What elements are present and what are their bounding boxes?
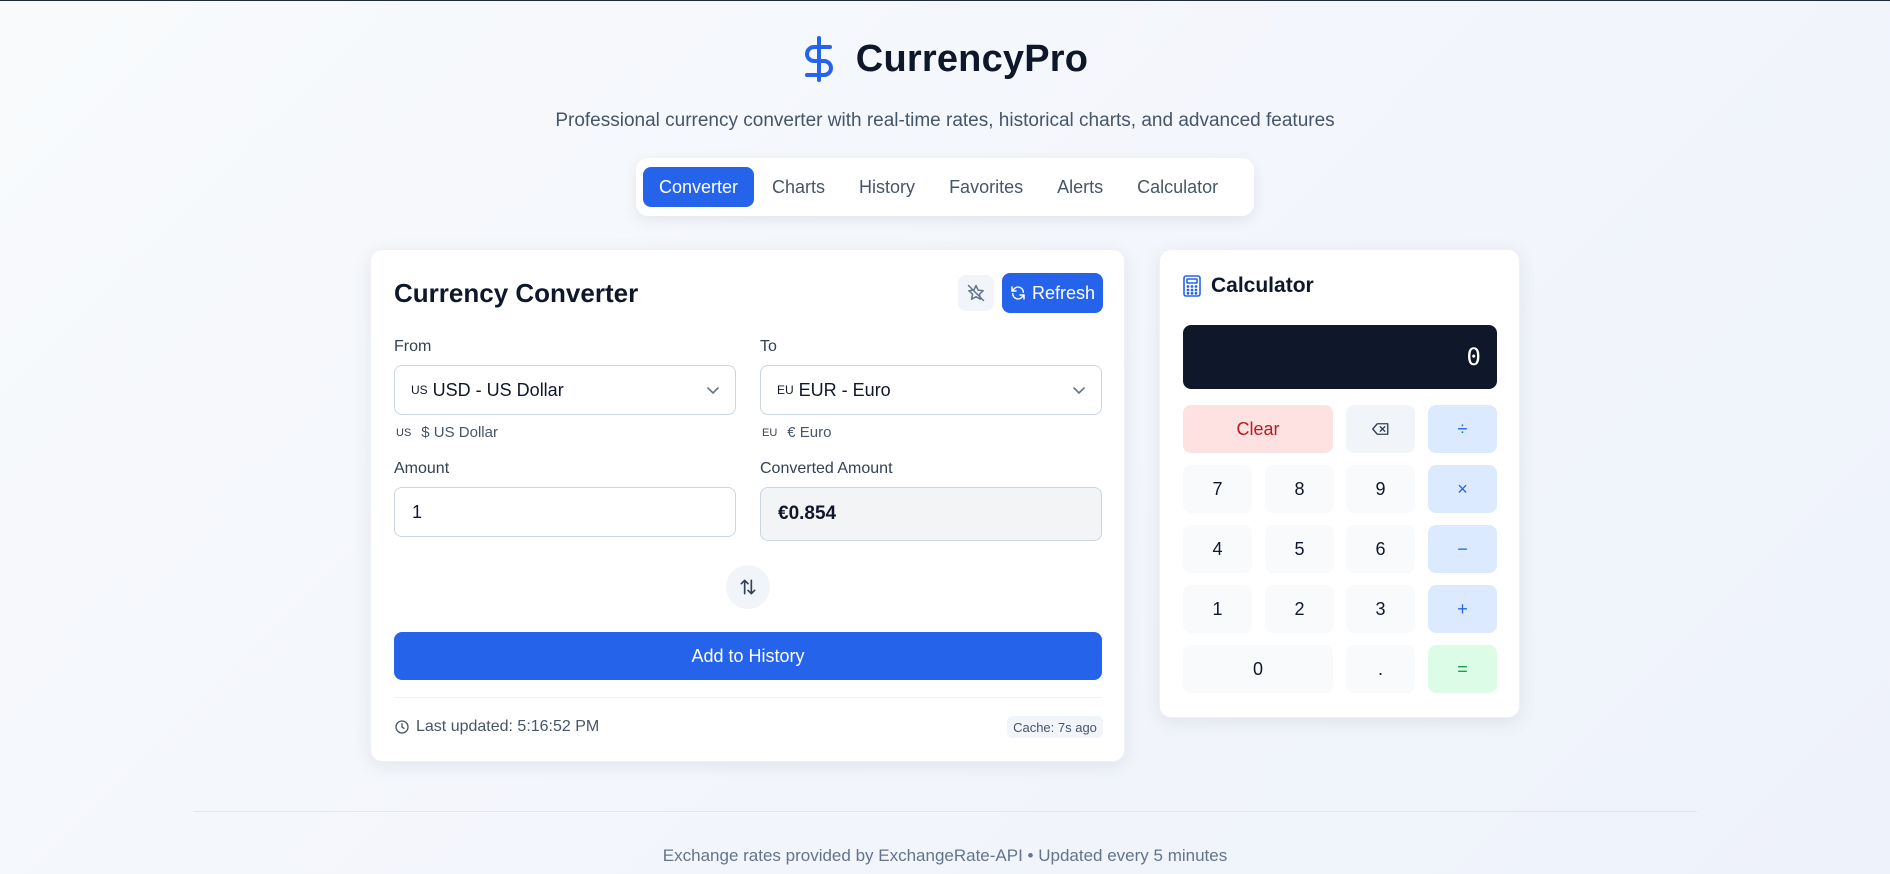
from-currency-info: US $ US Dollar xyxy=(396,424,498,441)
last-updated-text: Last updated: 5:16:52 PM xyxy=(416,718,600,735)
converter-card: Currency Converter Refresh From US USD -… xyxy=(370,249,1125,762)
converted-amount-output: €0.854 xyxy=(760,487,1102,541)
key-5[interactable]: 5 xyxy=(1265,525,1334,573)
tab-charts[interactable]: Charts xyxy=(756,167,841,207)
equals-button[interactable]: = xyxy=(1428,645,1497,693)
minus-button[interactable]: − xyxy=(1428,525,1497,573)
app-title: CurrencyPro xyxy=(855,37,1089,80)
plus-button[interactable]: + xyxy=(1428,585,1497,633)
tab-calculator[interactable]: Calculator xyxy=(1121,167,1234,207)
backspace-icon xyxy=(1371,423,1388,435)
refresh-button[interactable]: Refresh xyxy=(1002,273,1103,313)
chevron-down-icon xyxy=(707,387,719,395)
converter-title: Currency Converter xyxy=(394,278,639,308)
key-3[interactable]: 3 xyxy=(1346,585,1415,633)
tab-alerts[interactable]: Alerts xyxy=(1041,167,1119,207)
from-sub-text: $ US Dollar xyxy=(421,424,498,441)
to-flag: EU xyxy=(777,383,794,397)
tab-favorites[interactable]: Favorites xyxy=(933,167,1039,207)
swap-button[interactable] xyxy=(726,565,770,609)
to-label: To xyxy=(760,338,777,355)
clock-icon xyxy=(395,720,409,734)
key-2[interactable]: 2 xyxy=(1265,585,1334,633)
page-header: CurrencyPro Professional currency conver… xyxy=(0,1,1890,132)
to-sub-text: € Euro xyxy=(787,424,832,441)
divide-button[interactable]: ÷ xyxy=(1428,405,1497,453)
to-currency-select[interactable]: EU EUR - Euro xyxy=(760,365,1102,415)
amount-input[interactable]: 1 xyxy=(394,487,736,537)
to-sub-flag: EU xyxy=(762,426,778,439)
tab-history[interactable]: History xyxy=(843,167,931,207)
from-label: From xyxy=(394,338,432,355)
multiply-button[interactable]: × xyxy=(1428,465,1497,513)
converted-amount-label: Converted Amount xyxy=(760,460,893,477)
calculator-icon xyxy=(1183,275,1201,297)
key-8[interactable]: 8 xyxy=(1265,465,1334,513)
swap-arrows-icon xyxy=(740,579,756,595)
favorite-button[interactable] xyxy=(958,275,994,311)
calculator-display: 0 xyxy=(1183,325,1497,389)
key-4[interactable]: 4 xyxy=(1183,525,1252,573)
to-currency-value: EUR - Euro xyxy=(798,379,891,400)
from-sub-flag: US xyxy=(396,426,412,439)
key-0[interactable]: 0 xyxy=(1183,645,1333,693)
add-to-history-button[interactable]: Add to History xyxy=(394,632,1102,680)
from-currency-select[interactable]: US USD - US Dollar xyxy=(394,365,736,415)
calculator-title: Calculator xyxy=(1211,274,1314,297)
app-tagline: Professional currency converter with rea… xyxy=(555,110,1335,131)
star-off-icon xyxy=(967,284,985,302)
dollar-sign-icon xyxy=(804,36,833,82)
main-tabs: Converter Charts History Favorites Alert… xyxy=(636,158,1254,216)
amount-label: Amount xyxy=(394,460,450,477)
refresh-icon xyxy=(1011,286,1025,300)
calculator-card: Calculator 0 Clear ÷ 7 8 9 × 4 5 6 − 1 2… xyxy=(1159,249,1520,718)
to-currency-info: EU € Euro xyxy=(762,424,831,441)
clear-button[interactable]: Clear xyxy=(1183,405,1333,453)
key-9[interactable]: 9 xyxy=(1346,465,1415,513)
key-6[interactable]: 6 xyxy=(1346,525,1415,573)
footer-divider xyxy=(193,811,1697,812)
last-updated: Last updated: 5:16:52 PM xyxy=(394,718,599,736)
calculator-header: Calculator xyxy=(1183,274,1314,298)
chevron-down-icon xyxy=(1073,387,1085,395)
tab-converter[interactable]: Converter xyxy=(643,167,755,207)
backspace-button[interactable] xyxy=(1346,405,1415,453)
footer-text: Exchange rates provided by ExchangeRate-… xyxy=(662,846,1228,865)
divider xyxy=(394,697,1102,698)
cache-badge: Cache: 7s ago xyxy=(1007,716,1103,738)
from-flag: US xyxy=(411,383,428,397)
brand: CurrencyPro xyxy=(0,34,1890,84)
refresh-label: Refresh xyxy=(1031,282,1096,303)
key-1[interactable]: 1 xyxy=(1183,585,1252,633)
from-currency-value: USD - US Dollar xyxy=(432,379,564,400)
key-7[interactable]: 7 xyxy=(1183,465,1252,513)
decimal-button[interactable]: . xyxy=(1346,645,1415,693)
